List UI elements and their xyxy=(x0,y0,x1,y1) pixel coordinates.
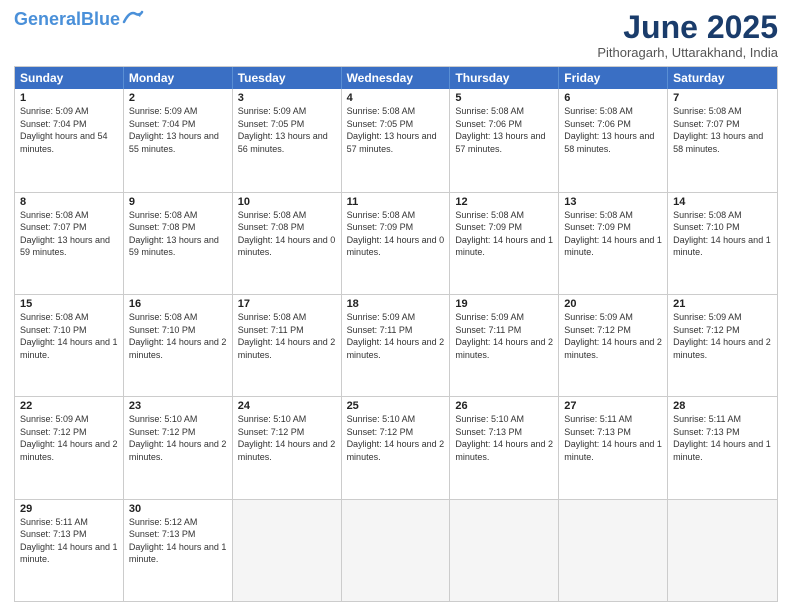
header-saturday: Saturday xyxy=(668,67,777,89)
week-row-2: 8 Sunrise: 5:08 AMSunset: 7:07 PMDayligh… xyxy=(15,192,777,294)
day-14: 14 Sunrise: 5:08 AMSunset: 7:10 PMDaylig… xyxy=(668,193,777,294)
day-23: 23 Sunrise: 5:10 AMSunset: 7:12 PMDaylig… xyxy=(124,397,233,498)
day-21: 21 Sunrise: 5:09 AMSunset: 7:12 PMDaylig… xyxy=(668,295,777,396)
title-area: June 2025 Pithoragarh, Uttarakhand, Indi… xyxy=(597,10,778,60)
day-5: 5 Sunrise: 5:08 AMSunset: 7:06 PMDayligh… xyxy=(450,89,559,191)
day-6: 6 Sunrise: 5:08 AMSunset: 7:06 PMDayligh… xyxy=(559,89,668,191)
page: GeneralBlue June 2025 Pithoragarh, Uttar… xyxy=(0,0,792,612)
day-empty-3 xyxy=(450,500,559,601)
day-27: 27 Sunrise: 5:11 AMSunset: 7:13 PMDaylig… xyxy=(559,397,668,498)
day-empty-5 xyxy=(668,500,777,601)
day-30: 30 Sunrise: 5:12 AMSunset: 7:13 PMDaylig… xyxy=(124,500,233,601)
logo: GeneralBlue xyxy=(14,10,144,28)
day-17: 17 Sunrise: 5:08 AMSunset: 7:11 PMDaylig… xyxy=(233,295,342,396)
header-sunday: Sunday xyxy=(15,67,124,89)
day-15: 15 Sunrise: 5:08 AMSunset: 7:10 PMDaylig… xyxy=(15,295,124,396)
day-20: 20 Sunrise: 5:09 AMSunset: 7:12 PMDaylig… xyxy=(559,295,668,396)
logo-blue: Blue xyxy=(81,9,120,29)
logo-text: GeneralBlue xyxy=(14,10,120,28)
day-11: 11 Sunrise: 5:08 AMSunset: 7:09 PMDaylig… xyxy=(342,193,451,294)
day-19: 19 Sunrise: 5:09 AMSunset: 7:11 PMDaylig… xyxy=(450,295,559,396)
month-title: June 2025 xyxy=(597,10,778,45)
day-24: 24 Sunrise: 5:10 AMSunset: 7:12 PMDaylig… xyxy=(233,397,342,498)
day-18: 18 Sunrise: 5:09 AMSunset: 7:11 PMDaylig… xyxy=(342,295,451,396)
calendar: Sunday Monday Tuesday Wednesday Thursday… xyxy=(14,66,778,602)
day-12: 12 Sunrise: 5:08 AMSunset: 7:09 PMDaylig… xyxy=(450,193,559,294)
day-13: 13 Sunrise: 5:08 AMSunset: 7:09 PMDaylig… xyxy=(559,193,668,294)
day-29: 29 Sunrise: 5:11 AMSunset: 7:13 PMDaylig… xyxy=(15,500,124,601)
day-25: 25 Sunrise: 5:10 AMSunset: 7:12 PMDaylig… xyxy=(342,397,451,498)
day-16: 16 Sunrise: 5:08 AMSunset: 7:10 PMDaylig… xyxy=(124,295,233,396)
day-empty-4 xyxy=(559,500,668,601)
week-row-4: 22 Sunrise: 5:09 AMSunset: 7:12 PMDaylig… xyxy=(15,396,777,498)
day-10: 10 Sunrise: 5:08 AMSunset: 7:08 PMDaylig… xyxy=(233,193,342,294)
day-7: 7 Sunrise: 5:08 AMSunset: 7:07 PMDayligh… xyxy=(668,89,777,191)
header-tuesday: Tuesday xyxy=(233,67,342,89)
day-empty-1 xyxy=(233,500,342,601)
header-monday: Monday xyxy=(124,67,233,89)
day-3: 3 Sunrise: 5:09 AMSunset: 7:05 PMDayligh… xyxy=(233,89,342,191)
header-thursday: Thursday xyxy=(450,67,559,89)
day-8: 8 Sunrise: 5:08 AMSunset: 7:07 PMDayligh… xyxy=(15,193,124,294)
day-empty-2 xyxy=(342,500,451,601)
week-row-1: 1 Sunrise: 5:09 AMSunset: 7:04 PMDayligh… xyxy=(15,89,777,191)
header-wednesday: Wednesday xyxy=(342,67,451,89)
day-4: 4 Sunrise: 5:08 AMSunset: 7:05 PMDayligh… xyxy=(342,89,451,191)
week-row-5: 29 Sunrise: 5:11 AMSunset: 7:13 PMDaylig… xyxy=(15,499,777,601)
day-2: 2 Sunrise: 5:09 AMSunset: 7:04 PMDayligh… xyxy=(124,89,233,191)
day-9: 9 Sunrise: 5:08 AMSunset: 7:08 PMDayligh… xyxy=(124,193,233,294)
day-28: 28 Sunrise: 5:11 AMSunset: 7:13 PMDaylig… xyxy=(668,397,777,498)
calendar-header: Sunday Monday Tuesday Wednesday Thursday… xyxy=(15,67,777,89)
day-22: 22 Sunrise: 5:09 AMSunset: 7:12 PMDaylig… xyxy=(15,397,124,498)
day-26: 26 Sunrise: 5:10 AMSunset: 7:13 PMDaylig… xyxy=(450,397,559,498)
day-1: 1 Sunrise: 5:09 AMSunset: 7:04 PMDayligh… xyxy=(15,89,124,191)
week-row-3: 15 Sunrise: 5:08 AMSunset: 7:10 PMDaylig… xyxy=(15,294,777,396)
location-subtitle: Pithoragarh, Uttarakhand, India xyxy=(597,45,778,60)
logo-icon xyxy=(122,8,144,26)
header: GeneralBlue June 2025 Pithoragarh, Uttar… xyxy=(14,10,778,60)
header-friday: Friday xyxy=(559,67,668,89)
calendar-body: 1 Sunrise: 5:09 AMSunset: 7:04 PMDayligh… xyxy=(15,89,777,601)
logo-general: General xyxy=(14,9,81,29)
